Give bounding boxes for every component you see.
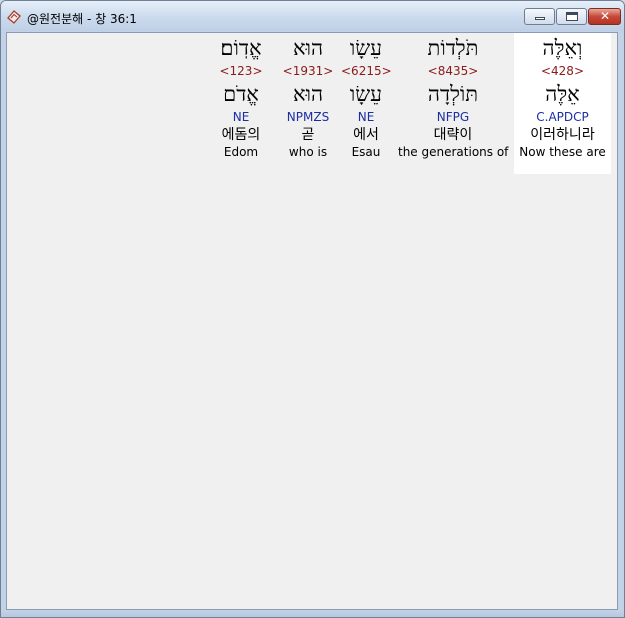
word-column[interactable]: אֱדֽוֹם׃ <123> אֱדֹם NE 에돔의 Edom: [213, 33, 269, 174]
strong-number[interactable]: <8435>: [398, 63, 508, 80]
english-gloss: who is: [288, 145, 328, 159]
lemma-word: תּוֹלְדָה: [427, 82, 479, 106]
window-title: @원전분해 - 창 36:1: [27, 12, 137, 26]
hebrew-word: אֱדֽוֹם׃: [220, 36, 262, 60]
app-icon: [6, 9, 22, 25]
morphology-code[interactable]: NFPG: [398, 109, 508, 126]
strong-number[interactable]: <123>: [213, 63, 269, 80]
lemma-word: אֱדֹם: [223, 82, 259, 106]
korean-gloss: 곧: [301, 127, 315, 143]
english-gloss: Now these are: [519, 145, 606, 159]
korean-gloss: 에서: [353, 127, 379, 143]
close-icon: ✕: [599, 9, 611, 23]
word-column[interactable]: וְאֵלֶּה <428> אֵלֶּה C.APDCP 이러하니라 Now …: [514, 33, 611, 174]
word-column[interactable]: הוּא <1931> הוּא NPMZS 곧 who is: [280, 33, 336, 174]
korean-gloss: 이러하니라: [530, 127, 595, 143]
strong-number[interactable]: <1931>: [280, 63, 336, 80]
lemma-word: אֵלֶּה: [545, 82, 580, 106]
title-bar[interactable]: @원전분해 - 창 36:1 ✕: [1, 1, 624, 31]
maximize-icon: [566, 12, 578, 21]
word-column[interactable]: תֹּלְדוֹת <8435> תּוֹלְדָה NFPG 대략이 the …: [398, 33, 508, 174]
maximize-button[interactable]: [556, 8, 587, 25]
app-window: @원전분해 - 창 36:1 ✕ וְאֵלֶּה <428> אֵלֶּה C…: [0, 0, 625, 618]
hebrew-word: הוּא: [292, 36, 324, 60]
interlinear-panel: וְאֵלֶּה <428> אֵלֶּה C.APDCP 이러하니라 Now …: [6, 32, 618, 610]
window-bottom-border[interactable]: [1, 610, 624, 617]
hebrew-word: תֹּלְדוֹת: [427, 36, 479, 60]
morphology-code[interactable]: C.APDCP: [514, 109, 611, 126]
strong-number[interactable]: <6215>: [341, 63, 392, 80]
english-gloss: the generations of: [398, 145, 509, 159]
minimize-icon: [535, 17, 545, 20]
close-button[interactable]: ✕: [588, 8, 621, 25]
lemma-word: עֵשָׂו: [349, 82, 383, 106]
english-gloss: Edom: [223, 145, 259, 159]
strong-number[interactable]: <428>: [514, 63, 611, 80]
word-column[interactable]: עֵשָׂו <6215> עֵשָׂו NE 에서 Esau: [341, 33, 392, 174]
morphology-code[interactable]: NE: [341, 109, 391, 126]
hebrew-word: וְאֵלֶּה: [542, 36, 583, 60]
korean-gloss: 에돔의: [221, 127, 261, 143]
minimize-button[interactable]: [524, 8, 555, 25]
morphology-code[interactable]: NPMZS: [280, 109, 336, 126]
morphology-code[interactable]: NE: [213, 109, 269, 126]
korean-gloss: 대략이: [433, 127, 473, 143]
lemma-word: הוּא: [292, 82, 324, 106]
hebrew-word: עֵשָׂו: [349, 36, 383, 60]
english-gloss: Esau: [351, 145, 381, 159]
